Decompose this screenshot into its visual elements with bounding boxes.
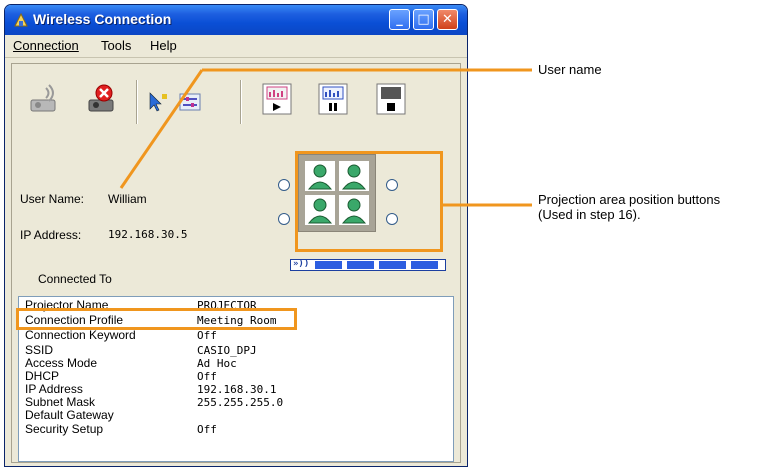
- connected-to-label: Connected To: [38, 272, 112, 286]
- disconnect-icon[interactable]: [84, 82, 118, 116]
- minimize-icon: _: [396, 12, 403, 27]
- window-title: Wireless Connection: [33, 11, 172, 27]
- menu-help[interactable]: Help: [150, 38, 177, 53]
- user-name-value: William: [108, 192, 147, 206]
- signal-segment: [411, 261, 438, 269]
- close-button[interactable]: ✕: [437, 9, 458, 30]
- play-icon[interactable]: [260, 82, 294, 116]
- title-bar[interactable]: Wireless Connection _ □ ✕: [5, 5, 467, 35]
- list-item: Default Gateway: [25, 408, 114, 422]
- close-icon: ✕: [442, 12, 453, 27]
- signal-strength-meter: »)): [290, 259, 446, 271]
- list-item: Access Mode Ad Hoc: [25, 356, 237, 371]
- position-callout-line1: Projection area position buttons: [538, 192, 721, 207]
- position-radio-left-bottom[interactable]: [278, 213, 290, 225]
- connection-profile-highlight: [16, 308, 297, 330]
- connect-projector-icon[interactable]: [26, 82, 60, 116]
- user-name-label: User Name:: [20, 192, 85, 206]
- ip-address-label: IP Address:: [20, 228, 82, 242]
- stop-icon[interactable]: [374, 82, 408, 116]
- signal-icon: »)): [293, 259, 310, 269]
- user-name-callout: User name: [538, 62, 602, 77]
- maximize-button[interactable]: □: [413, 9, 434, 30]
- signal-segment: [379, 261, 406, 269]
- main-panel: User Name: William IP Address: 192.168.3…: [11, 63, 461, 463]
- signal-segment: [347, 261, 374, 269]
- menu-tools[interactable]: Tools: [101, 38, 131, 53]
- position-callout-line2: (Used in step 16).: [538, 207, 641, 222]
- list-item: Security Setup Off: [25, 422, 217, 437]
- maximize-icon: □: [417, 12, 430, 27]
- menu-connection[interactable]: Connection: [13, 38, 79, 53]
- pause-icon[interactable]: [316, 82, 350, 116]
- signal-segment: [315, 261, 342, 269]
- toolbar-separator: [136, 80, 138, 124]
- menu-bar: Connection Tools Help: [5, 35, 467, 58]
- position-radio-left-top[interactable]: [278, 179, 290, 191]
- list-item: Connection Keyword Off: [25, 328, 217, 343]
- minimize-button[interactable]: _: [389, 9, 410, 30]
- wireless-app-icon: [14, 12, 28, 27]
- position-buttons-highlight: [295, 151, 443, 252]
- toolbar-separator: [240, 80, 242, 124]
- settings-icon[interactable]: [178, 90, 202, 114]
- ip-address-value: 192.168.30.5: [108, 228, 188, 241]
- list-item: DHCP Off: [25, 369, 217, 384]
- help-arrow-icon[interactable]: [146, 90, 170, 114]
